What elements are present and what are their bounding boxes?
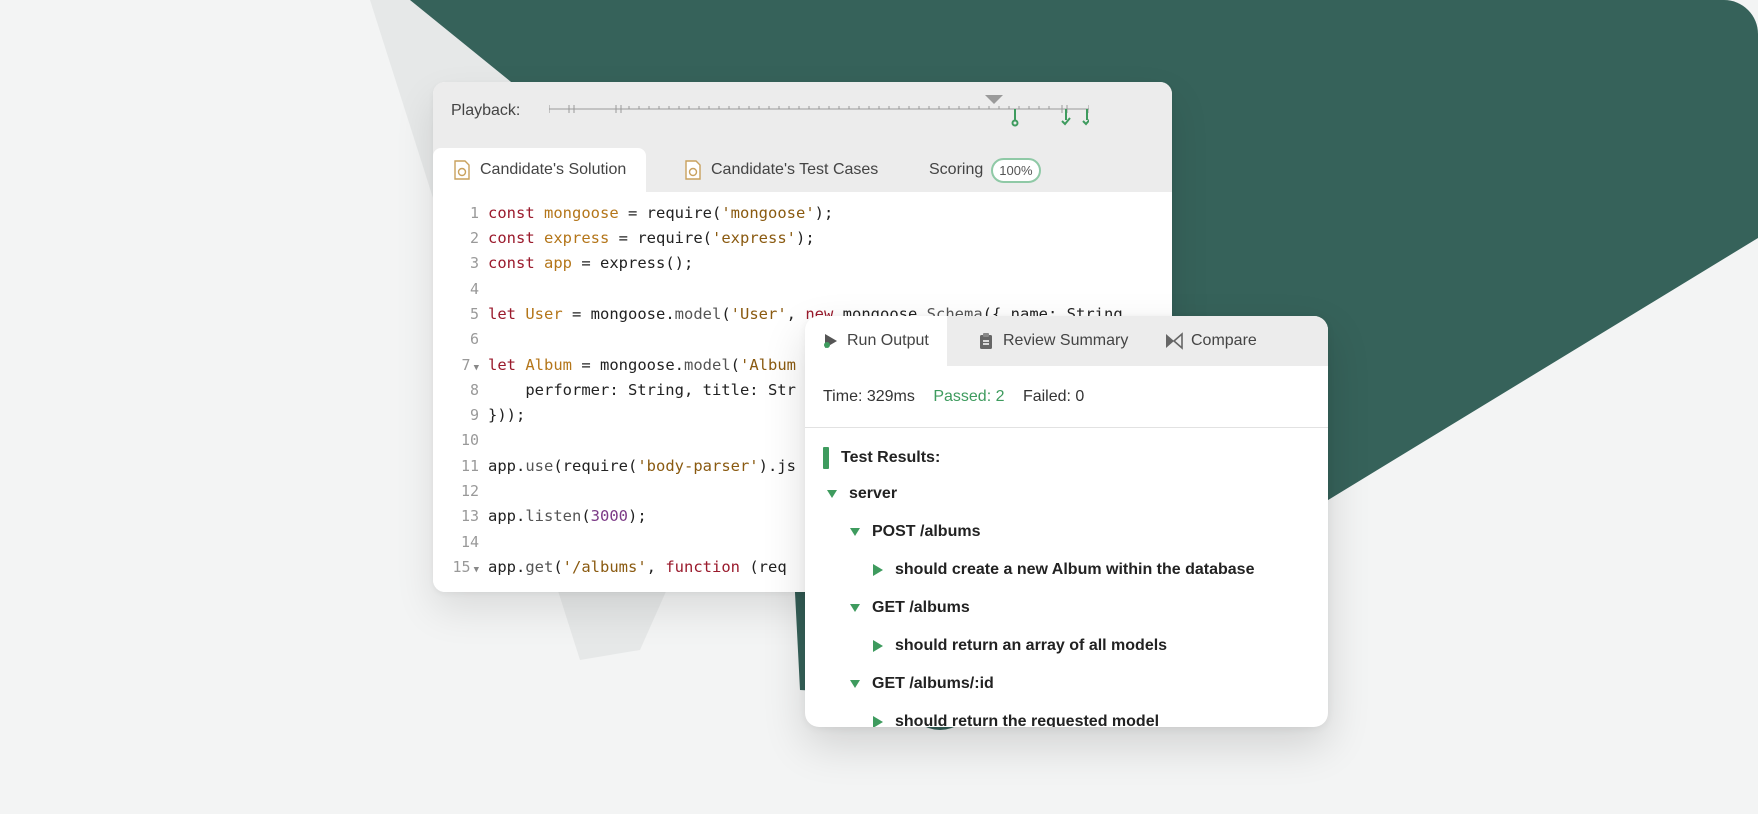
code-line: app.get('/albums', function (req <box>488 558 787 576</box>
code-line: })); <box>488 406 526 424</box>
tab-compare[interactable]: Compare <box>1165 316 1257 366</box>
tree-node-label: should return an array of all models <box>895 637 1168 654</box>
line-number: 5 <box>469 305 479 323</box>
output-tabs: Run Output Review Summary Compare <box>805 316 1328 366</box>
line-number: 7 ▼ <box>461 356 479 374</box>
tab-scoring[interactable]: Scoring 100% <box>929 148 1041 192</box>
code-line: let Album = mongoose.model('Album <box>488 356 797 374</box>
line-number: 10 <box>460 431 479 449</box>
line-number: 4 <box>469 280 479 298</box>
line-number: 2 <box>469 229 479 247</box>
playback-bar: Playback: <box>433 82 1172 140</box>
fold-arrow-icon[interactable]: ▼ <box>474 363 479 373</box>
test-results-title: Test Results: <box>841 449 941 466</box>
test-case-item[interactable]: should create a new Album within the dat… <box>873 561 1254 579</box>
line-number: 13 <box>460 507 479 525</box>
tree-node-label: GET /albums <box>872 599 970 616</box>
tab-review-summary[interactable]: Review Summary <box>977 316 1128 366</box>
tab-run-output[interactable]: Run Output <box>805 316 947 366</box>
compare-icon <box>1166 332 1183 350</box>
tree-node-label: server <box>849 485 898 502</box>
collapsed-arrow-icon <box>873 716 883 727</box>
expand-arrow-icon <box>827 490 837 498</box>
clipboard-icon <box>980 333 992 349</box>
tab-candidates-solution[interactable]: Candidate's Solution <box>433 148 647 192</box>
tree-node-post-albums[interactable]: POST /albums <box>850 523 980 541</box>
line-number: 6 <box>469 330 479 348</box>
code-line: const express = require('express'); <box>488 229 815 247</box>
line-number: 15 ▼ <box>452 558 479 576</box>
tab-label: Run Output <box>847 332 929 349</box>
tab-label: Scoring <box>929 161 984 178</box>
playhead-marker[interactable] <box>985 95 1003 104</box>
tree-node-label: should create a new Album within the dat… <box>895 561 1255 578</box>
tree-node-label: should return the requested model <box>895 713 1160 727</box>
file-code-icon <box>454 160 470 180</box>
expand-arrow-icon <box>850 604 860 612</box>
line-number: 8 <box>469 381 479 399</box>
collapsed-arrow-icon <box>873 564 883 576</box>
tree-node-get-albums[interactable]: GET /albums <box>850 599 970 617</box>
line-number: 3 <box>469 254 479 272</box>
tree-node-label: GET /albums/:id <box>872 675 994 692</box>
collapsed-arrow-icon <box>873 640 883 652</box>
tab-label: Candidate's Solution <box>480 161 627 178</box>
failed-count: Failed: 0 <box>1022 388 1085 405</box>
tree-node-label: POST /albums <box>872 523 981 540</box>
fold-arrow-icon[interactable]: ▼ <box>474 565 479 575</box>
score-badge: 100% <box>991 157 1041 183</box>
divider <box>805 427 1328 428</box>
test-results-heading: Test Results: <box>823 446 940 470</box>
test-case-item[interactable]: should return the requested model <box>873 713 1159 727</box>
test-case-item[interactable]: should return an array of all models <box>873 637 1167 655</box>
play-icon <box>824 334 837 348</box>
line-number: 1 <box>469 204 479 222</box>
run-time: Time: 329ms <box>823 388 915 405</box>
expand-arrow-icon <box>850 528 860 536</box>
tree-node-server[interactable]: server <box>827 485 897 503</box>
accent-bar <box>823 447 829 469</box>
run-stats: Time: 329ms Passed: 2 Failed: 0 <box>823 388 1098 406</box>
tab-label: Compare <box>1191 332 1257 349</box>
code-line: performer: String, title: Str <box>488 381 796 399</box>
code-line: const app = express(); <box>488 254 694 272</box>
editor-tabs: Candidate's Solution Candidate's Test Ca… <box>433 140 1172 192</box>
tab-label: Candidate's Test Cases <box>711 161 879 178</box>
line-number-gutter: 1 2 3 4 5 6 7 ▼ 8 9 10 11 12 13 14 15 ▼ <box>433 192 483 592</box>
line-number: 12 <box>460 482 479 500</box>
code-line: app.listen(3000); <box>488 507 647 525</box>
playback-label: Playback: <box>451 102 521 119</box>
code-line: app.use(require('body-parser').js <box>488 457 796 475</box>
tab-label: Review Summary <box>1003 332 1129 349</box>
line-number: 14 <box>460 533 479 551</box>
code-line: const mongoose = require('mongoose'); <box>488 204 834 222</box>
tree-node-get-albums-id[interactable]: GET /albums/:id <box>850 675 994 693</box>
tab-candidates-test-cases[interactable]: Candidate's Test Cases <box>684 148 878 192</box>
expand-arrow-icon <box>850 680 860 688</box>
line-number: 11 <box>460 457 479 475</box>
line-number: 9 <box>469 406 479 424</box>
playback-timeline-slider[interactable] <box>549 92 1089 132</box>
run-output-panel: Run Output Review Summary Compare Time: … <box>805 316 1328 727</box>
passed-count: Passed: 2 <box>933 388 1005 405</box>
file-code-icon <box>685 160 701 180</box>
